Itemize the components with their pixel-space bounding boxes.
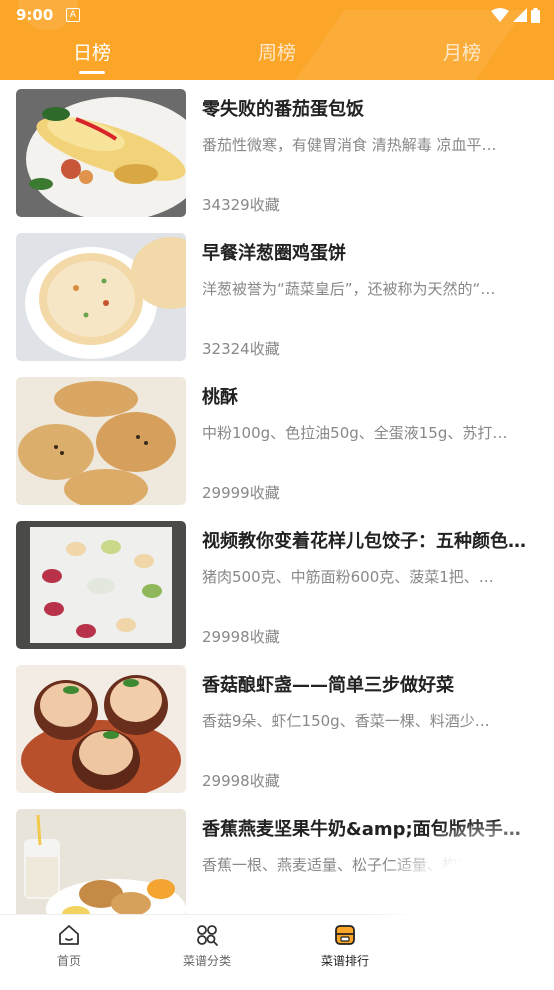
favorite-count: 29998收藏: [202, 772, 280, 790]
recipe-title: 香菇酿虾盏——简单三步做好菜: [202, 675, 454, 696]
category-icon: [197, 925, 218, 946]
overlay-fade: [370, 820, 554, 990]
recipe-description: 番茄性微寒，有健胃消食 清热解毒 凉血平…: [202, 136, 497, 154]
recipe-thumbnail: [16, 665, 186, 793]
home-icon: [59, 925, 79, 945]
recipe-thumbnail: [16, 233, 186, 361]
recipe-title: 零失败的番茄蛋包饭: [202, 99, 364, 120]
recipe-description: 猪肉500克、中筋面粉600克、菠菜1把、…: [202, 568, 494, 586]
list-item[interactable]: 桃酥 中粉100g、色拉油50g、全蛋液15g、苏打… 29999收藏: [0, 368, 554, 512]
nav-category[interactable]: 菜谱分类: [152, 923, 262, 969]
recipe-title: 早餐洋葱圈鸡蛋饼: [202, 243, 346, 264]
nav-label: 菜谱分类: [182, 954, 231, 968]
tab-daily[interactable]: 日榜: [32, 38, 152, 65]
list-item[interactable]: 视频教你变着花样儿包饺子：五种颜色… 猪肉500克、中筋面粉600克、菠菜1把、…: [0, 512, 554, 656]
battery-icon: [531, 7, 540, 23]
recipe-description: 香菇9朵、虾仁150g、香菜一棵、料酒少…: [202, 712, 490, 730]
recipe-description: 洋葱被誉为“蔬菜皇后”，还被称为天然的“…: [202, 280, 496, 298]
recipe-thumbnail: [16, 809, 186, 914]
active-tab-indicator: [79, 71, 105, 74]
favorite-count: 34329收藏: [202, 196, 280, 214]
list-item[interactable]: 香菇酿虾盏——简单三步做好菜 香菇9朵、虾仁150g、香菜一棵、料酒少… 299…: [0, 656, 554, 800]
status-bar: 9:00 A: [0, 0, 554, 32]
wifi-icon: [491, 8, 509, 22]
status-time: 9:00: [16, 6, 54, 24]
ranking-tabs: 日榜 周榜 月榜: [0, 32, 554, 80]
recipe-title: 桃酥: [202, 387, 238, 408]
signal-icon: [513, 8, 527, 22]
recipe-thumbnail: [16, 521, 186, 649]
nav-label: 首页: [56, 954, 81, 968]
recipe-thumbnail: [16, 89, 186, 217]
recipe-thumbnail: [16, 377, 186, 505]
recipe-title: 视频教你变着花样儿包饺子：五种颜色…: [202, 531, 526, 552]
system-icons: [491, 7, 540, 23]
recipe-description: 中粉100g、色拉油50g、全蛋液15g、苏打…: [202, 424, 508, 442]
list-item[interactable]: 零失败的番茄蛋包饭 番茄性微寒，有健胃消食 清热解毒 凉血平… 34329收藏: [0, 80, 554, 224]
nav-home[interactable]: 首页: [14, 923, 124, 969]
ranking-icon: [335, 925, 355, 945]
list-item[interactable]: 早餐洋葱圈鸡蛋饼 洋葱被誉为“蔬菜皇后”，还被称为天然的“… 32324收藏: [0, 224, 554, 368]
favorite-count: 29998收藏: [202, 628, 280, 646]
tab-monthly[interactable]: 月榜: [402, 38, 522, 65]
favorite-count: 32324收藏: [202, 340, 280, 358]
top-app-bar: 9:00 A 日榜 周榜 月榜: [0, 0, 554, 80]
favorite-count: 29999收藏: [202, 484, 280, 502]
recipe-ranking-list[interactable]: 零失败的番茄蛋包饭 番茄性微寒，有健胃消食 清热解毒 凉血平… 34329收藏 …: [0, 80, 554, 914]
notification-icon: A: [66, 8, 80, 22]
tab-weekly[interactable]: 周榜: [217, 38, 337, 65]
